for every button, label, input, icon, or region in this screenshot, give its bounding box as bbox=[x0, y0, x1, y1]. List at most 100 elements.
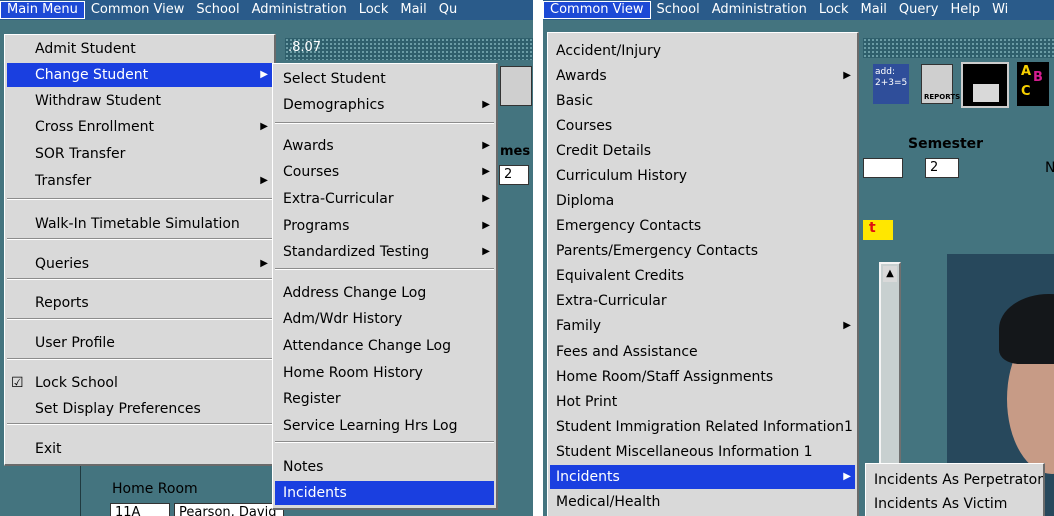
menu-item-label: Diploma bbox=[556, 193, 615, 209]
menu-item-home-room-staff-assignments[interactable]: Home Room/Staff Assignments bbox=[550, 365, 855, 389]
teacher-field[interactable]: Pearson, David bbox=[174, 503, 284, 516]
version-text: .8.07 bbox=[288, 40, 322, 55]
menubar-school[interactable]: School bbox=[190, 0, 245, 20]
menu-item-accident-injury[interactable]: Accident/Injury bbox=[550, 39, 855, 63]
menubar-query[interactable]: Query bbox=[893, 0, 945, 20]
menu-item-label: Medical/Health bbox=[556, 494, 661, 510]
submenu-arrow-icon: ▶ bbox=[843, 70, 851, 81]
menu-item-student-miscellaneous-information-1[interactable]: Student Miscellaneous Information 1 bbox=[550, 440, 855, 464]
calendar-icon[interactable] bbox=[961, 62, 1009, 108]
semester-label: Semester bbox=[908, 136, 984, 152]
menu-item-label: Family bbox=[556, 318, 602, 334]
menu-item-change-student[interactable]: Change Student ▶ bbox=[7, 63, 272, 87]
menu-item-label: Student Miscellaneous Information 1 bbox=[556, 444, 813, 460]
menu-item-incidents-as-victim[interactable]: Incidents As Victim bbox=[868, 492, 1041, 516]
menu-item-exit[interactable]: Exit bbox=[7, 437, 272, 461]
menu-item-label: Admit Student bbox=[35, 41, 136, 57]
menubar-lock[interactable]: Lock bbox=[353, 0, 395, 20]
menu-item-label: Basic bbox=[556, 93, 594, 109]
home-room-field[interactable]: 11A bbox=[110, 503, 170, 516]
menu-item-adm-wdr-history[interactable]: Adm/Wdr History bbox=[275, 307, 494, 331]
menubar-mail[interactable]: Mail bbox=[394, 0, 432, 20]
menu-item-attendance-change-log[interactable]: Attendance Change Log bbox=[275, 334, 494, 358]
menubar-administration[interactable]: Administration bbox=[246, 0, 353, 20]
menu-item-register[interactable]: Register bbox=[275, 387, 494, 411]
menubar-lock[interactable]: Lock bbox=[813, 0, 855, 20]
menubar-mail[interactable]: Mail bbox=[855, 0, 893, 20]
menubar-main-menu[interactable]: Main Menu bbox=[0, 1, 85, 19]
menu-item-courses[interactable]: Courses bbox=[550, 114, 855, 138]
home-room-label: Home Room bbox=[112, 481, 198, 497]
reports-icon[interactable]: REPORTS bbox=[921, 64, 960, 104]
menu-item-curriculum-history[interactable]: Curriculum History bbox=[550, 164, 855, 188]
menu-item-extra-curricular[interactable]: Extra-Curricular ▶ bbox=[275, 187, 494, 211]
menu-item-home-room-history[interactable]: Home Room History bbox=[275, 361, 494, 385]
menu-item-label: Extra-Curricular bbox=[556, 293, 667, 309]
menu-item-basic[interactable]: Basic bbox=[550, 89, 855, 113]
semester-field[interactable]: 2 bbox=[499, 165, 529, 185]
menu-item-address-change-log[interactable]: Address Change Log bbox=[275, 281, 494, 305]
menu-item-set-display-preferences[interactable]: Set Display Preferences bbox=[7, 397, 272, 421]
menu-item-queries[interactable]: Queries ▶ bbox=[7, 252, 272, 276]
menu-item-label: Programs bbox=[283, 218, 350, 234]
menu-item-incidents[interactable]: Incidents bbox=[275, 481, 494, 505]
menu-item-parents-emergency-contacts[interactable]: Parents/Emergency Contacts bbox=[550, 239, 855, 263]
menu-item-transfer[interactable]: Transfer ▶ bbox=[7, 169, 272, 193]
menu-item-emergency-contacts[interactable]: Emergency Contacts bbox=[550, 214, 855, 238]
menu-item-label: Awards bbox=[556, 68, 607, 84]
menu-item-hot-print[interactable]: Hot Print bbox=[550, 390, 855, 414]
menu-item-credit-details[interactable]: Credit Details bbox=[550, 139, 855, 163]
menu-item-medical-health[interactable]: Medical/Health bbox=[550, 490, 855, 514]
submenu-arrow-icon: ▶ bbox=[482, 220, 490, 231]
menu-item-incidents[interactable]: Incidents ▶ bbox=[550, 465, 855, 489]
menubar-help[interactable]: Help bbox=[944, 0, 986, 20]
menu-item-courses[interactable]: Courses ▶ bbox=[275, 160, 494, 184]
menu-item-service-learning-hrs-log[interactable]: Service Learning Hrs Log bbox=[275, 414, 494, 438]
menubar-administration[interactable]: Administration bbox=[706, 0, 813, 20]
menu-item-student-immigration-related-information1[interactable]: Student Immigration Related Information1 bbox=[550, 415, 855, 439]
menu-item-incidents-as-perpetrator[interactable]: Incidents As Perpetrator bbox=[868, 468, 1043, 492]
term-field[interactable] bbox=[863, 158, 903, 178]
menu-item-label: Student Immigration Related Information1 bbox=[556, 419, 853, 435]
scroll-up-icon[interactable]: ▲ bbox=[883, 266, 897, 282]
menu-item-label: Register bbox=[283, 391, 341, 407]
menu-item-cross-enrollment[interactable]: Cross Enrollment ▶ bbox=[7, 115, 272, 139]
menu-item-notes[interactable]: Notes bbox=[275, 455, 494, 479]
menu-item-family[interactable]: Family ▶ bbox=[550, 314, 855, 338]
menu-item-sor-transfer[interactable]: SOR Transfer bbox=[7, 142, 272, 166]
submenu-arrow-icon: ▶ bbox=[260, 121, 268, 132]
menu-item-walk-in-timetable-simulation[interactable]: Walk-In Timetable Simulation bbox=[7, 212, 272, 236]
menu-item-extra-curricular[interactable]: Extra-Curricular bbox=[550, 289, 855, 313]
menu-item-diploma[interactable]: Diploma bbox=[550, 189, 855, 213]
menu-item-fees-and-assistance[interactable]: Fees and Assistance bbox=[550, 340, 855, 364]
semester-label-partial: mes bbox=[500, 144, 531, 159]
menu-item-awards[interactable]: Awards ▶ bbox=[550, 64, 855, 88]
menu-item-standardized-testing[interactable]: Standardized Testing ▶ bbox=[275, 240, 494, 264]
menu-item-label: Select Student bbox=[283, 71, 386, 87]
menu-item-awards[interactable]: Awards ▶ bbox=[275, 134, 494, 158]
menu-item-programs[interactable]: Programs ▶ bbox=[275, 214, 494, 238]
menu-item-label: Standardized Testing bbox=[283, 244, 430, 260]
abc-icon-a: A bbox=[1021, 64, 1032, 79]
menu-item-equivalent-credits[interactable]: Equivalent Credits bbox=[550, 264, 855, 288]
menubar-school[interactable]: School bbox=[651, 0, 706, 20]
menu-item-demographics[interactable]: Demographics ▶ bbox=[275, 93, 494, 117]
reports-icon[interactable] bbox=[500, 66, 532, 106]
add-calc-icon[interactable]: add: 2+3=5 bbox=[873, 64, 909, 104]
menubar-query-partial[interactable]: Qu bbox=[433, 0, 463, 20]
menu-item-withdraw-student[interactable]: Withdraw Student bbox=[7, 89, 272, 113]
menubar-window-partial[interactable]: Wi bbox=[986, 0, 1014, 20]
menu-item-reports[interactable]: Reports bbox=[7, 291, 272, 315]
menu-item-label: Home Room/Staff Assignments bbox=[556, 369, 774, 385]
menubar-common-view[interactable]: Common View bbox=[85, 0, 191, 20]
menu-separator bbox=[7, 238, 272, 240]
menu-item-label: Home Room History bbox=[283, 365, 423, 381]
menubar-common-view[interactable]: Common View bbox=[543, 1, 651, 19]
menu-item-select-student[interactable]: Select Student bbox=[275, 67, 494, 91]
menu-item-admit-student[interactable]: Admit Student bbox=[7, 37, 272, 61]
menu-item-lock-school[interactable]: Lock School ☑ bbox=[7, 371, 272, 395]
menu-item-label: Hot Print bbox=[556, 394, 618, 410]
abc-icon[interactable]: A B C bbox=[1017, 62, 1049, 106]
semester-field[interactable]: 2 bbox=[925, 158, 959, 178]
menu-item-user-profile[interactable]: User Profile bbox=[7, 331, 272, 355]
